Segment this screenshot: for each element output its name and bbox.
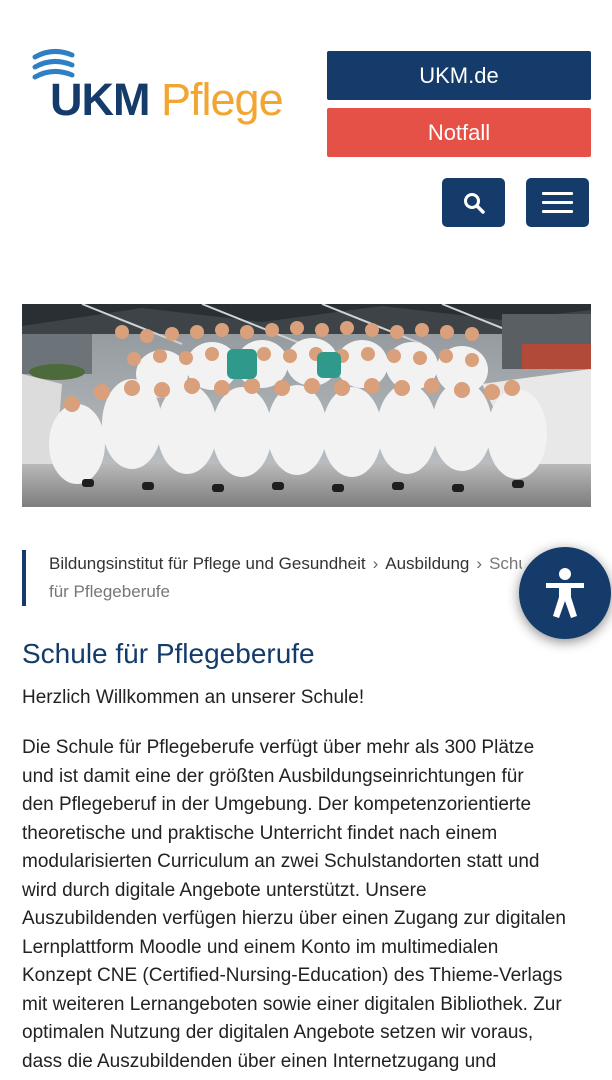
intro-line: dass die Auszubildenden über einen Inter… bbox=[22, 1050, 497, 1072]
accessibility-icon bbox=[546, 568, 584, 618]
ukm-de-button[interactable]: UKM.de bbox=[327, 51, 591, 100]
intro-line: Lernplattform Moodle und einem Konto im … bbox=[22, 936, 499, 958]
intro-line: optimalen Nutzung der digitalen Angebote… bbox=[22, 1022, 534, 1043]
hamburger-menu-icon bbox=[542, 201, 573, 204]
breadcrumb-item-bildungsinstitut[interactable]: Bildungsinstitut für Pflege und Gesundhe… bbox=[49, 554, 366, 573]
intro-line: den Pflegeberuf in der Umgebung. Der kom… bbox=[22, 794, 532, 815]
intro-line: theoretische und praktische Unterricht f… bbox=[22, 822, 498, 844]
intro-line: modularisierten Curriculum an zwei Schul… bbox=[22, 851, 540, 872]
breadcrumb-separator: › bbox=[372, 554, 379, 573]
breadcrumb-item-ausbildung[interactable]: Ausbildung bbox=[385, 554, 469, 573]
logo-brand: UKM bbox=[50, 74, 150, 125]
ukm-pflege-logo[interactable]: UKM Pflege bbox=[32, 46, 284, 130]
menu-button[interactable] bbox=[526, 178, 589, 227]
hamburger-menu-icon bbox=[542, 210, 573, 213]
intro-line: wird durch digitale Angebote unterstützt… bbox=[22, 879, 427, 901]
intro-paragraph: Die Schule für Pflegeberufe verfügt über… bbox=[22, 734, 597, 1078]
logo-sub: Pflege bbox=[161, 74, 284, 125]
breadcrumb-current-continued: für Pflegeberufe bbox=[49, 582, 170, 601]
welcome-text: Herzlich Willkommen an unserer Schule! bbox=[22, 687, 365, 708]
notfall-button[interactable]: Notfall bbox=[327, 108, 591, 157]
logo-text: UKM Pflege bbox=[50, 74, 284, 126]
breadcrumb-current: Schule bbox=[489, 554, 522, 573]
hamburger-menu-icon bbox=[542, 192, 573, 195]
search-button[interactable] bbox=[442, 178, 505, 227]
search-icon bbox=[463, 192, 485, 214]
intro-line: Auszubildenden verfügen hierzu über eine… bbox=[22, 908, 566, 929]
group-photo bbox=[22, 304, 591, 507]
breadcrumb-line: Bildungsinstitut für Pflege und Gesundhe… bbox=[49, 550, 522, 578]
intro-line: Konzept CNE (Certified-Nursing-Education… bbox=[22, 965, 563, 986]
accessibility-button[interactable] bbox=[519, 547, 611, 639]
breadcrumb: Bildungsinstitut für Pflege und Gesundhe… bbox=[22, 550, 522, 606]
page-title: Schule für Pflegeberufe bbox=[22, 638, 315, 669]
intro-line: Die Schule für Pflegeberufe verfügt über… bbox=[22, 737, 535, 758]
hero-image bbox=[22, 304, 591, 507]
breadcrumb-separator: › bbox=[476, 554, 483, 573]
site-header: UKM Pflege UKM.de Notfall bbox=[0, 0, 612, 270]
intro-line: und ist damit eine der größten Ausbildun… bbox=[22, 765, 524, 787]
intro-line: mit weiteren Lernangeboten sowie einer d… bbox=[22, 993, 562, 1015]
